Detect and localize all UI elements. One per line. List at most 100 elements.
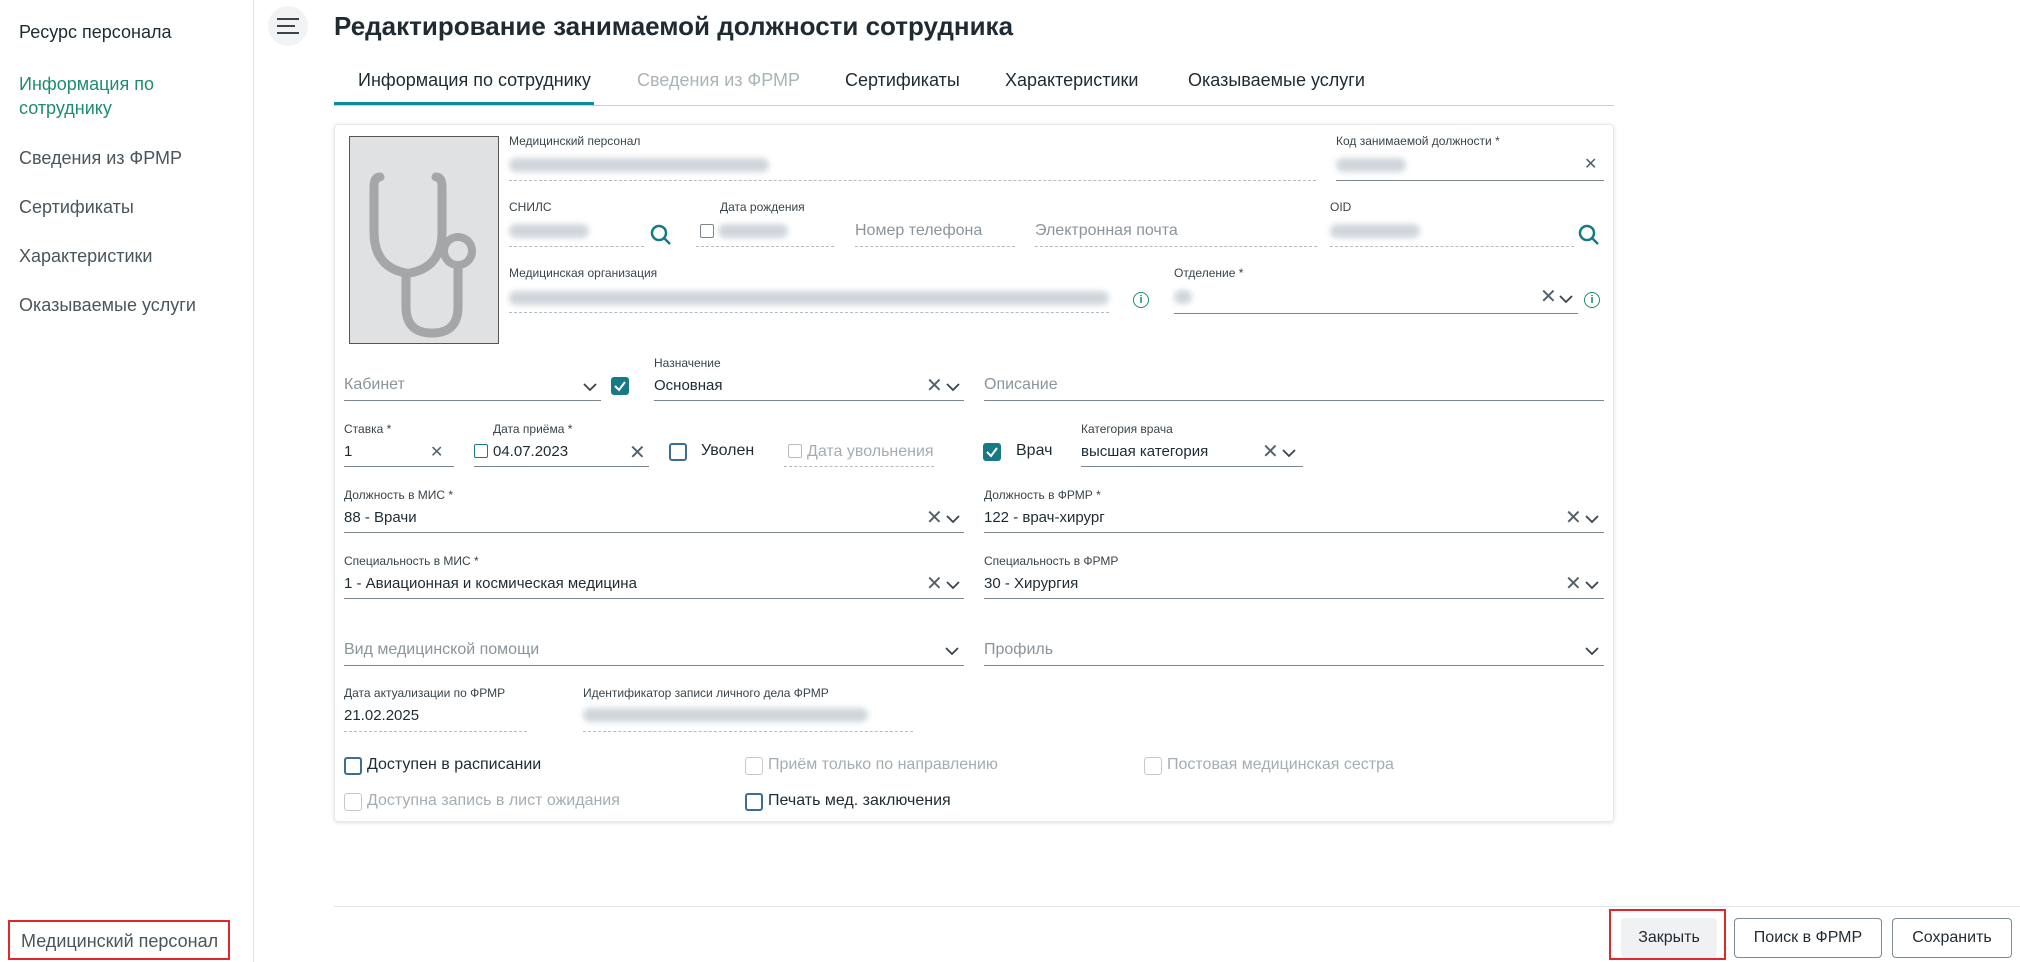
position-code-field[interactable] [1336, 180, 1604, 181]
frmr-position-value: 122 - врач-хирург [984, 509, 1105, 526]
description-input[interactable]: Описание [984, 376, 1058, 394]
mis-specialty-chevron-down-icon[interactable] [945, 577, 961, 593]
mis-position-label: Должность в МИС * [344, 488, 454, 502]
purpose-value: Основная [654, 377, 723, 394]
search-frmr-button[interactable]: Поиск в ФРМР [1734, 918, 1882, 958]
birth-date-field[interactable] [696, 246, 834, 247]
clear-position-code-icon[interactable]: ✕ [1584, 155, 1597, 175]
care-type-chevron-down-icon[interactable] [944, 643, 960, 659]
tab-characteristics[interactable]: Характеристики [1005, 68, 1138, 91]
hire-date-input[interactable]: 04.07.2023 [493, 443, 568, 460]
med-org-field [509, 312, 1109, 313]
menu-toggle-icon[interactable] [268, 6, 308, 46]
department-info-icon[interactable]: i [1584, 292, 1600, 308]
frmr-update-value: 21.02.2025 [344, 707, 420, 724]
footer-divider [334, 906, 2020, 907]
close-button[interactable]: Закрыть [1621, 918, 1717, 958]
tab-certificates[interactable]: Сертификаты [845, 68, 960, 91]
clear-mis-position-icon[interactable]: ✕ [926, 508, 943, 528]
oid-search-icon[interactable] [1578, 224, 1600, 246]
frmr-record-id-value [583, 708, 868, 722]
clear-department-icon[interactable]: ✕ [1540, 287, 1557, 307]
profile-chevron-down-icon[interactable] [1584, 643, 1600, 659]
purpose-select[interactable] [654, 400, 964, 401]
birth-date-label: Дата рождения [720, 200, 805, 214]
snils-label: СНИЛС [509, 200, 552, 214]
department-select[interactable] [1174, 313, 1578, 314]
hire-date-calendar-icon[interactable] [474, 444, 488, 458]
mis-position-select[interactable] [344, 532, 964, 533]
page-title: Редактирование занимаемой должности сотр… [334, 11, 1014, 41]
sidebar-item-services[interactable]: Оказываемые услуги [19, 293, 196, 317]
snils-search-icon[interactable] [650, 224, 672, 246]
birth-date-calendar-icon[interactable] [700, 224, 714, 238]
frmr-specialty-chevron-down-icon[interactable] [1584, 577, 1600, 593]
snils-field[interactable] [509, 246, 644, 247]
profile-select[interactable]: Профиль [984, 641, 1053, 659]
doctor-category-value: высшая категория [1081, 443, 1209, 460]
doctor-category-chevron-down-icon[interactable] [1281, 445, 1297, 461]
frmr-specialty-select[interactable] [984, 598, 1604, 599]
clear-rate-icon[interactable]: ✕ [430, 443, 443, 463]
tab-employee-info[interactable]: Информация по сотруднику [358, 68, 591, 91]
clear-purpose-icon[interactable]: ✕ [926, 376, 943, 396]
position-code-value [1336, 158, 1406, 172]
care-type-select[interactable]: Вид медицинской помощи [344, 641, 539, 659]
clear-doctor-category-icon[interactable]: ✕ [1262, 442, 1279, 462]
waiting-list-label: Доступна запись в лист ожидания [367, 792, 620, 809]
tab-services[interactable]: Оказываемые услуги [1188, 68, 1365, 91]
available-schedule-checkbox[interactable] [344, 757, 362, 775]
mis-position-value: 88 - Врачи [344, 509, 417, 526]
med-org-value [509, 291, 1109, 305]
waiting-list-checkbox [344, 793, 362, 811]
sidebar-item-characteristics[interactable]: Характеристики [19, 244, 152, 268]
referral-only-label: Приём только по направлению [768, 756, 998, 773]
fire-date-calendar-icon [788, 444, 802, 458]
fired-label: Уволен [701, 442, 755, 459]
sidebar-item-employee-info[interactable]: Информация по сотруднику [19, 72, 199, 120]
cabinet-chevron-down-icon[interactable] [582, 379, 598, 395]
birth-date-value [718, 224, 788, 238]
sidebar-item-frmr[interactable]: Сведения из ФРМР [19, 146, 182, 170]
tab-bar: Информация по сотруднику Сведения из ФРМ… [334, 68, 1614, 106]
fire-date-input: Дата увольнения [807, 443, 934, 460]
sidebar-item-certificates[interactable]: Сертификаты [19, 195, 134, 219]
oid-value [1330, 224, 1420, 238]
cabinet-checkbox[interactable] [611, 377, 629, 395]
department-chevron-down-icon[interactable] [1558, 291, 1574, 307]
clear-frmr-specialty-icon[interactable]: ✕ [1565, 574, 1582, 594]
doctor-category-label: Категория врача [1081, 422, 1173, 436]
mis-specialty-select[interactable] [344, 598, 964, 599]
mis-specialty-label: Специальность в МИС * [344, 554, 479, 568]
snils-value [509, 224, 589, 238]
mis-position-chevron-down-icon[interactable] [945, 511, 961, 527]
rate-label: Ставка * [344, 422, 392, 436]
frmr-position-chevron-down-icon[interactable] [1584, 511, 1600, 527]
doctor-checkbox[interactable] [983, 443, 1001, 461]
fired-checkbox[interactable] [669, 443, 687, 461]
rate-input[interactable]: 1 [344, 443, 352, 460]
save-button[interactable]: Сохранить [1892, 918, 2012, 958]
phone-input[interactable]: Номер телефона [855, 222, 982, 240]
hire-date-label: Дата приёма * [493, 422, 573, 436]
clear-frmr-position-icon[interactable]: ✕ [1565, 508, 1582, 528]
doctor-label: Врач [1016, 442, 1053, 459]
medical-staff-value [509, 158, 769, 172]
oid-field[interactable] [1330, 246, 1574, 247]
clear-hire-date-icon[interactable]: ✕ [629, 443, 646, 463]
print-conclusions-label: Печать мед. заключения [768, 792, 951, 809]
sidebar-title: Ресурс персонала [19, 22, 172, 42]
frmr-position-select[interactable] [984, 532, 1604, 533]
cabinet-select[interactable]: Кабинет [344, 376, 405, 394]
med-org-info-icon[interactable]: i [1133, 292, 1149, 308]
department-value [1174, 290, 1192, 304]
department-label: Отделение * [1174, 266, 1244, 280]
clear-mis-specialty-icon[interactable]: ✕ [926, 574, 943, 594]
purpose-chevron-down-icon[interactable] [945, 379, 961, 395]
frmr-record-id-label: Идентификатор записи личного дела ФРМР [583, 686, 829, 700]
email-input[interactable]: Электронная почта [1035, 222, 1178, 240]
print-conclusions-checkbox[interactable] [745, 793, 763, 811]
doctor-category-select[interactable] [1081, 466, 1303, 467]
frmr-update-label: Дата актуализации по ФРМР [344, 686, 506, 700]
medical-staff-link[interactable]: Медицинский персонал [8, 920, 230, 960]
